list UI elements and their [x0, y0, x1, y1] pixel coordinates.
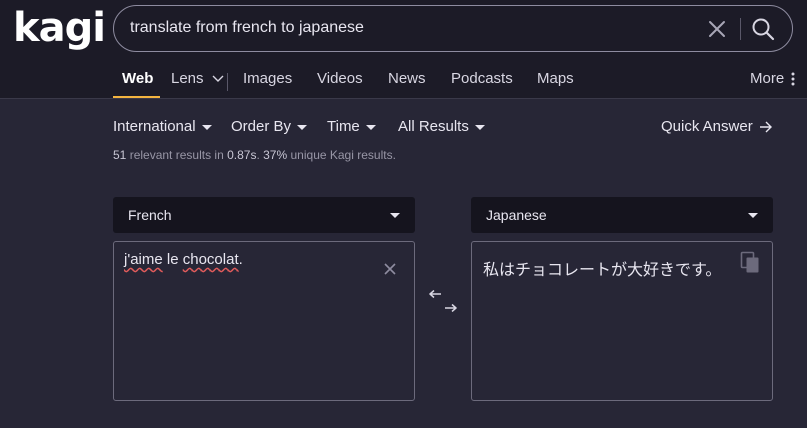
chevron-down-icon — [212, 75, 224, 83]
results-filter[interactable]: All Results — [398, 118, 485, 135]
target-language-select[interactable]: Japanese — [471, 197, 773, 233]
results-stats: 51 relevant results in 0.87s. 37% unique… — [113, 148, 396, 162]
unique-text: unique Kagi results. — [290, 148, 396, 162]
top-bar: kagi translate from french to japanese W… — [0, 0, 807, 99]
source-punct: . — [238, 251, 243, 268]
more-vertical-icon — [791, 72, 795, 86]
more-label: More — [750, 70, 785, 87]
search-divider — [740, 18, 741, 40]
search-tabs: Web Lens Images Videos News Podcasts Map… — [0, 62, 807, 98]
results-count: 51 — [113, 148, 127, 162]
source-text[interactable]: j'aime le chocolat. — [124, 251, 243, 268]
source-word: chocolat — [182, 251, 239, 268]
time-filter-label: Time — [327, 118, 360, 135]
close-icon[interactable] — [705, 17, 729, 41]
tab-lens[interactable]: Lens — [171, 70, 224, 87]
order-filter-label: Order By — [231, 118, 292, 135]
time-filter[interactable]: Time — [327, 118, 376, 135]
source-language-select[interactable]: French — [113, 197, 415, 233]
source-word: j'aime — [124, 251, 163, 268]
search-box[interactable]: translate from french to japanese — [113, 5, 793, 52]
arrow-right-icon — [759, 121, 772, 133]
copy-icon[interactable] — [740, 251, 762, 275]
region-filter-label: International — [113, 118, 196, 135]
results-filter-label: All Results — [398, 118, 469, 135]
target-text-area: 私はチョコレートが大好きです。 — [471, 241, 773, 401]
translated-text: 私はチョコレートが大好きです。 — [483, 262, 722, 279]
tab-podcasts[interactable]: Podcasts — [451, 70, 513, 87]
caret-down-icon — [297, 124, 308, 130]
active-tab-indicator — [113, 96, 160, 98]
swap-languages-icon[interactable] — [427, 290, 459, 312]
caret-down-icon — [390, 213, 400, 218]
filter-bar: International Order By Time All Results … — [0, 115, 807, 139]
search-icon[interactable] — [749, 15, 777, 43]
caret-down-icon — [365, 124, 376, 130]
tab-videos[interactable]: Videos — [317, 70, 363, 87]
order-filter[interactable]: Order By — [231, 118, 308, 135]
source-text-area[interactable]: j'aime le chocolat. — [113, 241, 415, 401]
tab-images[interactable]: Images — [243, 70, 292, 87]
region-filter[interactable]: International — [113, 118, 212, 135]
tab-separator — [227, 73, 228, 91]
quick-answer-button[interactable]: Quick Answer — [661, 118, 773, 135]
caret-down-icon — [201, 124, 212, 130]
kagi-logo[interactable]: kagi — [13, 6, 106, 50]
tab-lens-label: Lens — [171, 70, 204, 87]
target-language-label: Japanese — [486, 207, 547, 223]
unique-percent: 37% — [263, 148, 288, 162]
caret-down-icon — [474, 124, 485, 130]
source-language-label: French — [128, 207, 172, 223]
quick-answer-label: Quick Answer — [661, 118, 753, 135]
tab-news[interactable]: News — [388, 70, 426, 87]
results-count-text: relevant results in — [129, 148, 224, 162]
clear-text-icon[interactable] — [383, 262, 397, 276]
results-time: 0.87s — [227, 148, 257, 162]
tab-maps[interactable]: Maps — [537, 70, 574, 87]
more-menu[interactable]: More — [750, 70, 796, 87]
source-word: le — [166, 251, 179, 268]
tab-web[interactable]: Web — [122, 70, 153, 87]
search-input[interactable]: translate from french to japanese — [130, 19, 364, 37]
caret-down-icon — [748, 213, 758, 218]
